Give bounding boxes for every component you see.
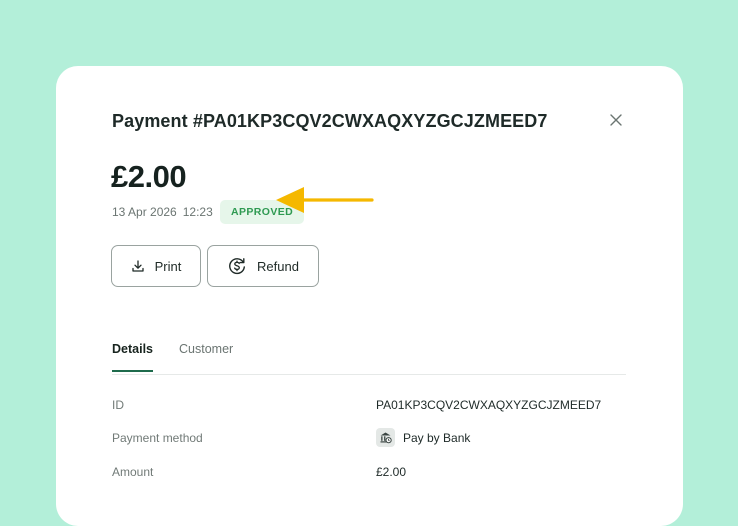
payment-time: 12:23 (182, 205, 213, 219)
payment-datetime: 13 Apr 2026 12:23 (112, 205, 213, 219)
refund-dollar-icon (229, 258, 246, 275)
payment-method-label: Payment method (112, 431, 203, 445)
payment-method-text: Pay by Bank (403, 430, 471, 445)
print-label: Print (154, 258, 182, 274)
print-button[interactable]: Print (111, 245, 201, 287)
refund-label: Refund (257, 258, 299, 274)
refund-button[interactable]: Refund (207, 245, 319, 287)
modal-title: Payment #PA01KP3CQV2CWXAQXYZGCJZMEED7 (112, 111, 548, 131)
payment-method-value: Pay by Bank (376, 428, 470, 447)
id-label: ID (112, 398, 124, 412)
payment-modal: Payment #PA01KP3CQV2CWXAQXYZGCJZMEED7 £2… (56, 66, 683, 526)
tab-bar: Details Customer (112, 342, 626, 375)
amount-label: Amount (112, 465, 154, 479)
close-icon[interactable] (608, 112, 624, 128)
id-value: PA01KP3CQV2CWXAQXYZGCJZMEED7 (376, 398, 602, 412)
arrow-left-icon (276, 187, 374, 213)
bank-icon (376, 428, 395, 447)
tab-details[interactable]: Details (112, 342, 153, 372)
payment-date: 13 Apr 2026 (112, 205, 177, 219)
download-icon (131, 260, 144, 272)
amount-value: £2.00 (376, 465, 407, 479)
payment-amount: £2.00 (111, 159, 187, 194)
tab-customer[interactable]: Customer (179, 342, 233, 356)
